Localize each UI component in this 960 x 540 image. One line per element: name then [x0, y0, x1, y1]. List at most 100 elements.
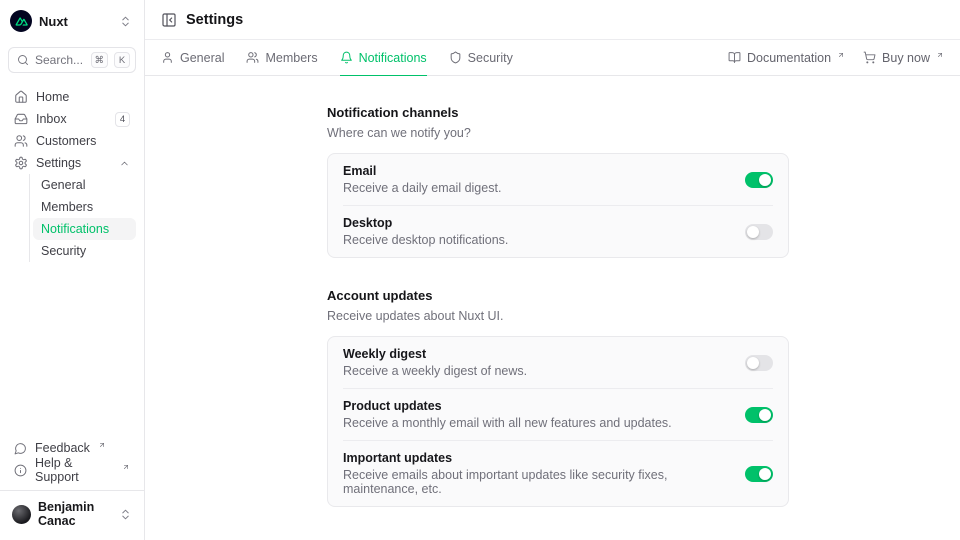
sidebar-item-notifications[interactable]: Notifications	[33, 218, 136, 240]
setting-row-product-updates: Product updates Receive a monthly email …	[328, 389, 788, 440]
sidebar-item-label: Members	[41, 200, 93, 214]
tab-security[interactable]: Security	[449, 40, 513, 75]
sidebar-item-label: Notifications	[41, 222, 109, 236]
tab-label: Notifications	[359, 51, 427, 65]
setting-title: Email	[343, 164, 501, 178]
section-title: Notification channels	[327, 105, 789, 120]
team-name: Nuxt	[39, 14, 112, 29]
book-open-icon	[728, 51, 741, 64]
shield-icon	[449, 51, 462, 64]
message-circle-icon	[14, 442, 27, 455]
user-menu[interactable]: Benjamin Canac	[8, 498, 136, 530]
info-circle-icon	[14, 464, 27, 477]
setting-title: Weekly digest	[343, 347, 527, 361]
user-section: Benjamin Canac	[0, 490, 144, 532]
setting-row-important-updates: Important updates Receive emails about i…	[328, 441, 788, 506]
inbox-icon	[14, 112, 28, 126]
sidebar-footer: Feedback Help & Support Benjamin Canac	[8, 437, 136, 532]
shopping-cart-icon	[863, 51, 876, 64]
account-updates-section: Account updates Receive updates about Nu…	[327, 288, 789, 507]
sidebar-item-label: Settings	[36, 156, 81, 170]
team-switcher[interactable]: Nuxt	[8, 8, 136, 34]
tab-general[interactable]: General	[161, 40, 224, 75]
sidebar-item-security[interactable]: Security	[33, 240, 136, 262]
help-support-label: Help & Support	[35, 456, 114, 484]
section-description: Receive updates about Nuxt UI.	[327, 309, 789, 323]
external-link-icon	[936, 51, 944, 59]
setting-description: Receive emails about important updates l…	[343, 468, 729, 496]
notification-channels-section: Notification channels Where can we notif…	[327, 105, 789, 258]
email-toggle[interactable]	[745, 172, 773, 188]
setting-description: Receive desktop notifications.	[343, 233, 508, 247]
setting-row-email: Email Receive a daily email digest.	[328, 154, 788, 205]
tab-notifications[interactable]: Notifications	[340, 40, 427, 75]
settings-card: Weekly digest Receive a weekly digest of…	[327, 336, 789, 507]
tabbar: General Members Notifications Security D…	[145, 40, 960, 76]
setting-row-desktop: Desktop Receive desktop notifications.	[328, 206, 788, 257]
external-link-icon	[837, 51, 845, 59]
feedback-label: Feedback	[35, 441, 90, 455]
setting-title: Desktop	[343, 216, 508, 230]
sidebar-item-label: Home	[36, 90, 69, 104]
sidebar-nav: Home Inbox 4 Customers Settings General …	[8, 86, 136, 262]
sidebar-item-general[interactable]: General	[33, 174, 136, 196]
bell-icon	[340, 51, 353, 64]
gear-icon	[14, 156, 28, 170]
external-link-icon	[98, 441, 106, 449]
setting-description: Receive a weekly digest of news.	[343, 364, 527, 378]
desktop-toggle[interactable]	[745, 224, 773, 240]
sidebar-item-customers[interactable]: Customers	[8, 130, 136, 152]
sidebar-item-label: General	[41, 178, 85, 192]
search-placeholder: Search...	[35, 53, 85, 67]
chevron-up-icon	[119, 158, 130, 169]
important-updates-toggle[interactable]	[745, 466, 773, 482]
weekly-digest-toggle[interactable]	[745, 355, 773, 371]
page-title: Settings	[186, 12, 243, 28]
external-link-icon	[122, 463, 130, 471]
sidebar-item-inbox[interactable]: Inbox 4	[8, 108, 136, 130]
tab-label: Security	[468, 51, 513, 65]
user-icon	[161, 51, 174, 64]
panel-left-close-icon[interactable]	[161, 12, 177, 28]
search-icon	[17, 54, 29, 66]
sidebar-item-home[interactable]: Home	[8, 86, 136, 108]
chevrons-up-down-icon	[119, 15, 132, 28]
kbd-meta: ⌘	[91, 52, 109, 68]
sidebar-item-label: Security	[41, 244, 86, 258]
setting-title: Product updates	[343, 399, 672, 413]
product-updates-toggle[interactable]	[745, 407, 773, 423]
chevrons-up-down-icon	[119, 508, 132, 521]
sidebar-item-label: Inbox	[36, 112, 67, 126]
settings-subnav: General Members Notifications Security	[29, 174, 136, 262]
nuxt-logo-icon	[10, 10, 32, 32]
settings-card: Email Receive a daily email digest. Desk…	[327, 153, 789, 258]
help-support-link[interactable]: Help & Support	[8, 459, 136, 481]
documentation-link[interactable]: Documentation	[728, 51, 845, 65]
sidebar-item-label: Customers	[36, 134, 96, 148]
section-title: Account updates	[327, 288, 789, 303]
settings-content: Notification channels Where can we notif…	[145, 76, 960, 540]
setting-row-weekly-digest: Weekly digest Receive a weekly digest of…	[328, 337, 788, 388]
search-input[interactable]: Search... ⌘ K	[8, 47, 136, 73]
inbox-count-badge: 4	[115, 112, 130, 127]
house-icon	[14, 90, 28, 104]
setting-description: Receive a daily email digest.	[343, 181, 501, 195]
tabs: General Members Notifications Security	[161, 40, 513, 75]
sidebar-item-members[interactable]: Members	[33, 196, 136, 218]
action-label: Documentation	[747, 51, 831, 65]
action-label: Buy now	[882, 51, 930, 65]
header-actions: Documentation Buy now	[728, 40, 944, 75]
tab-members[interactable]: Members	[246, 40, 317, 75]
tab-label: Members	[265, 51, 317, 65]
sidebar: Nuxt Search... ⌘ K Home Inbox 4 Customer…	[0, 0, 145, 540]
setting-title: Important updates	[343, 451, 729, 465]
sidebar-item-settings[interactable]: Settings	[8, 152, 136, 174]
users-icon	[14, 134, 28, 148]
kbd-key: K	[114, 52, 130, 68]
avatar	[12, 505, 31, 524]
setting-description: Receive a monthly email with all new fea…	[343, 416, 672, 430]
tab-label: General	[180, 51, 224, 65]
buy-now-link[interactable]: Buy now	[863, 51, 944, 65]
page-header: Settings	[145, 0, 960, 40]
users-icon	[246, 51, 259, 64]
